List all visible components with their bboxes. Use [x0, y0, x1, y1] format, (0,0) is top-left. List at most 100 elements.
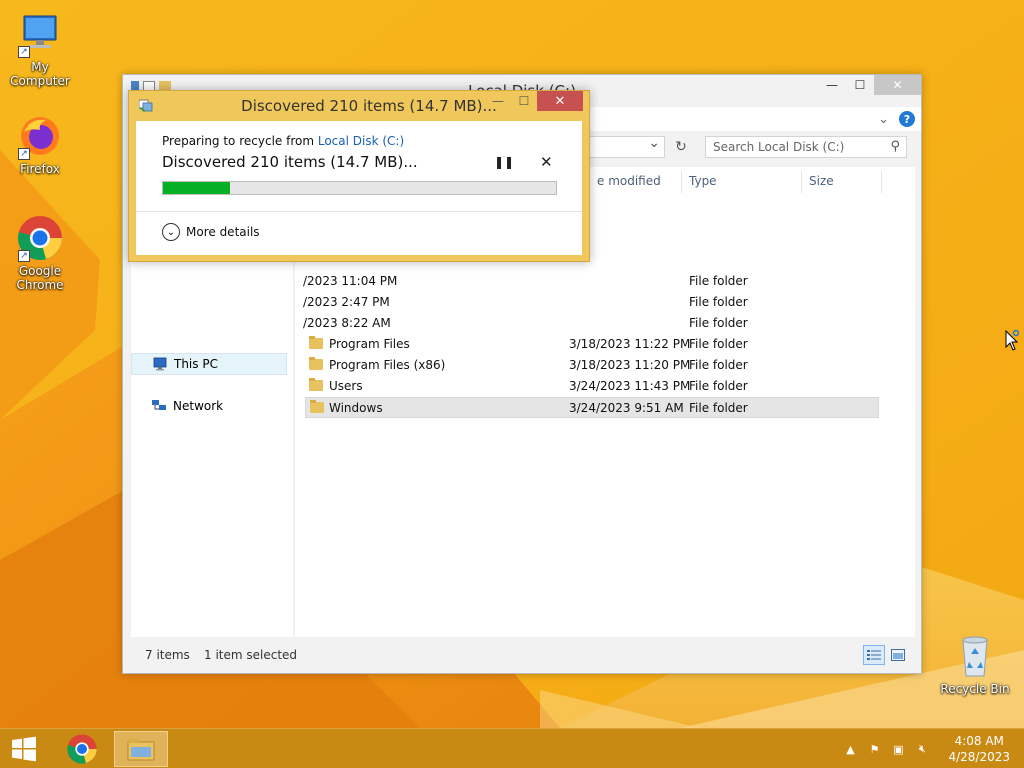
chrome-desktop-icon[interactable]: ↗ Google Chrome [0, 214, 80, 292]
dialog-maximize-button[interactable]: ☐ [511, 91, 537, 111]
file-type: File folder [689, 358, 748, 372]
preparing-line: Preparing to recycle from Local Disk (C:… [162, 134, 404, 148]
search-icon: ⚲ [890, 139, 900, 154]
cancel-button[interactable]: ✕ [540, 153, 553, 171]
status-bar: 7 items 1 item selected [131, 643, 913, 667]
divider [136, 211, 582, 212]
mouse-cursor-icon [1005, 330, 1019, 351]
windows-logo-icon [12, 736, 36, 762]
this-pc-icon [153, 357, 167, 371]
clock-time: 4:08 AM [954, 734, 1004, 748]
column-header-date[interactable]: e modified [597, 174, 661, 188]
action-center-flag-icon[interactable]: ⚑ [866, 741, 882, 757]
large-icons-view-button[interactable] [887, 645, 909, 665]
taskbar-chrome-button[interactable] [60, 731, 104, 767]
refresh-icon[interactable]: ↻ [671, 136, 691, 158]
folder-icon [310, 400, 324, 413]
file-type: File folder [689, 274, 748, 288]
table-row[interactable]: Program Files (x86) 3/18/2023 11:20 PM F… [305, 355, 879, 376]
nav-item-label: Network [173, 399, 224, 413]
file-type: File folder [689, 337, 748, 351]
ribbon-bar: ⌄ ? [583, 107, 921, 131]
my-computer-desktop-icon[interactable]: ↗ My Computer [0, 10, 80, 88]
maximize-button[interactable]: ☐ [846, 75, 874, 95]
folder-icon [309, 336, 323, 349]
help-icon[interactable]: ? [899, 111, 915, 127]
search-input[interactable]: Search Local Disk (C:) ⚲ [705, 136, 907, 158]
progress-bar-fill [163, 182, 230, 194]
clock[interactable]: 4:08 AM 4/28/2023 [948, 733, 1010, 765]
chevron-down-icon: ⌄ [162, 223, 180, 241]
column-header-type[interactable]: Type [689, 174, 717, 188]
network-status-icon[interactable]: ▣ [890, 741, 906, 757]
shortcut-arrow-icon: ↗ [18, 250, 30, 262]
file-date: 3/24/2023 11:43 PM [569, 379, 691, 393]
nav-item-label: This PC [174, 357, 218, 371]
file-date: 3/18/2023 11:22 PM [569, 337, 691, 351]
item-count: 7 items [145, 648, 190, 662]
table-row[interactable]: /2023 11:04 PM File folder [303, 271, 879, 292]
expand-ribbon-icon[interactable]: ⌄ [878, 112, 889, 127]
details-view-icon [867, 650, 881, 660]
nav-item-network[interactable]: Network [131, 395, 287, 417]
desktop-icon-label: Firefox [20, 162, 60, 176]
source-location-link[interactable]: Local Disk (C:) [318, 134, 404, 148]
nav-item-this-pc[interactable]: This PC [131, 353, 287, 375]
file-name: Windows [329, 401, 383, 415]
table-row[interactable]: Windows 3/24/2023 9:51 AM File folder [305, 397, 879, 418]
file-type: File folder [689, 316, 748, 330]
folder-icon [309, 357, 323, 370]
preparing-text: Preparing to recycle from [162, 134, 318, 148]
column-header-size[interactable]: Size [809, 174, 834, 188]
file-type: File folder [689, 295, 748, 309]
dialog-minimize-button[interactable]: — [485, 91, 511, 111]
file-date: 3/24/2023 9:51 AM [569, 401, 684, 415]
minimize-button[interactable]: — [818, 75, 846, 95]
progress-bar [162, 181, 557, 195]
firefox-desktop-icon[interactable]: ↗ Firefox [0, 112, 80, 176]
file-type: File folder [689, 379, 748, 393]
large-icons-view-icon [891, 649, 905, 661]
column-divider[interactable] [881, 171, 882, 193]
progress-status-text: Discovered 210 items (14.7 MB)... [162, 153, 418, 171]
taskbar: ▲ ⚑ ▣ 🔇︎ 4:08 AM 4/28/2023 [0, 728, 1024, 768]
more-details-button[interactable]: ⌄ More details [162, 223, 260, 241]
chrome-icon [67, 734, 97, 764]
file-date: 3/18/2023 11:20 PM [569, 358, 691, 372]
close-button[interactable]: ✕ [874, 75, 921, 95]
file-name: Program Files [329, 337, 410, 351]
shortcut-arrow-icon: ↗ [18, 46, 30, 58]
volume-muted-icon[interactable]: 🔇︎ [914, 741, 930, 757]
file-date: /2023 8:22 AM [303, 316, 391, 330]
system-tray: ▲ ⚑ ▣ 🔇︎ 4:08 AM 4/28/2023 [842, 729, 1024, 768]
selection-count: 1 item selected [204, 648, 298, 662]
table-row[interactable]: Program Files 3/18/2023 11:22 PM File fo… [305, 334, 879, 355]
taskbar-file-explorer-button[interactable] [114, 731, 168, 767]
recycle-bin-desktop-icon[interactable]: Recycle Bin [935, 632, 1015, 696]
dialog-close-button[interactable]: ✕ [537, 91, 583, 111]
column-divider[interactable] [681, 171, 682, 193]
table-row[interactable]: /2023 2:47 PM File folder [303, 292, 879, 313]
table-row[interactable]: Users 3/24/2023 11:43 PM File folder [305, 376, 879, 397]
file-name: Program Files (x86) [329, 358, 446, 372]
search-placeholder: Search Local Disk (C:) [713, 140, 845, 154]
shortcut-arrow-icon: ↗ [18, 148, 30, 160]
column-divider[interactable] [801, 171, 802, 193]
start-button[interactable] [4, 731, 44, 767]
show-hidden-icons-button[interactable]: ▲ [842, 741, 858, 757]
clock-date: 4/28/2023 [948, 750, 1010, 764]
recycle-progress-dialog[interactable]: Discovered 210 items (14.7 MB)... — ☐ ✕ … [128, 90, 590, 262]
address-dropdown[interactable] [589, 135, 665, 158]
dialog-body: Preparing to recycle from Local Disk (C:… [136, 121, 582, 255]
details-view-button[interactable] [863, 645, 885, 665]
file-date: /2023 2:47 PM [303, 295, 390, 309]
pause-button[interactable]: ❚❚ [494, 155, 514, 169]
desktop-icon-label: Recycle Bin [940, 682, 1010, 696]
table-row[interactable]: /2023 8:22 AM File folder [303, 313, 879, 334]
file-type: File folder [689, 401, 748, 415]
folder-icon [309, 378, 323, 391]
file-explorer-icon [127, 739, 155, 761]
file-date: /2023 11:04 PM [303, 274, 398, 288]
file-name: Users [329, 379, 363, 393]
network-icon [152, 400, 166, 410]
